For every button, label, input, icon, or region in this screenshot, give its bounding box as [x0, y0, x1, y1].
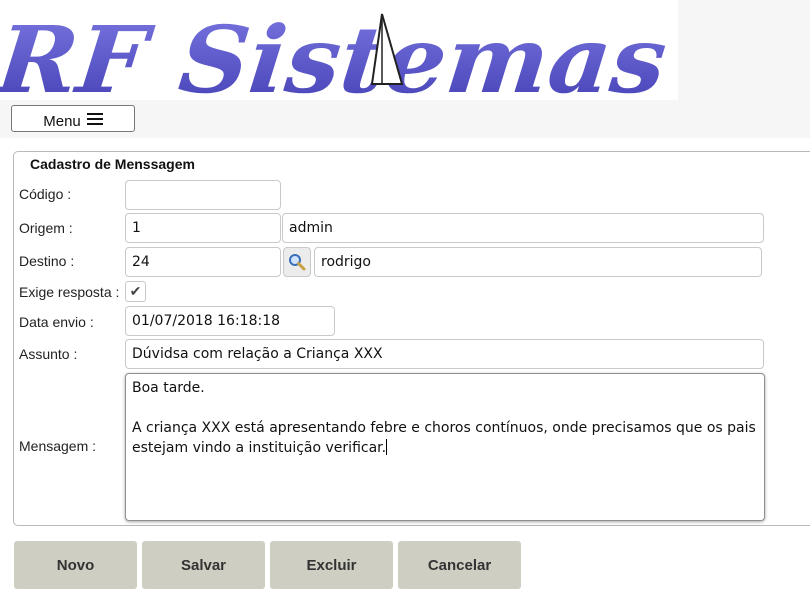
- data-envio-input[interactable]: 01/07/2018 16:18:18: [125, 306, 335, 336]
- hamburger-icon: [86, 113, 103, 125]
- page-header: RF Sistemas Menu: [0, 0, 810, 138]
- magnifier-icon: [289, 254, 306, 271]
- mensagem-text: Boa tarde. A criança XXX está apresentan…: [132, 380, 756, 456]
- excluir-button[interactable]: Excluir: [270, 541, 393, 589]
- rf-sistemas-logo: RF Sistemas: [0, 0, 678, 100]
- form-title: Cadastro de Menssagem: [30, 156, 195, 172]
- mensagem-label: Mensagem :: [19, 438, 97, 454]
- exige-resposta-checkbox[interactable]: ✔: [125, 281, 146, 302]
- assunto-input[interactable]: Dúvidsa com relação a Criança XXX: [125, 339, 764, 369]
- codigo-label: Código :: [19, 186, 72, 202]
- logo-image: RF Sistemas: [0, 5, 671, 100]
- menu-label: Menu: [43, 113, 81, 130]
- data-envio-label: Data envio :: [19, 314, 94, 330]
- logo-text: RF Sistemas: [0, 5, 671, 100]
- menu-button[interactable]: Menu: [11, 105, 135, 132]
- destino-name-input[interactable]: rodrigo: [314, 247, 762, 277]
- text-caret: [386, 439, 388, 455]
- destino-id-input[interactable]: 24: [125, 247, 281, 277]
- mensagem-textarea[interactable]: Boa tarde. A criança XXX está apresentan…: [125, 373, 765, 521]
- cancelar-button[interactable]: Cancelar: [398, 541, 521, 589]
- origem-label: Origem :: [19, 220, 73, 236]
- codigo-input[interactable]: [125, 180, 281, 210]
- destino-label: Destino :: [19, 253, 75, 269]
- novo-button[interactable]: Novo: [14, 541, 137, 589]
- destino-search-button[interactable]: [283, 247, 311, 277]
- checkmark-icon: ✔: [129, 283, 142, 299]
- origem-name-input[interactable]: admin: [282, 213, 764, 243]
- exige-resposta-label: Exige resposta :: [19, 284, 120, 300]
- origem-id-input[interactable]: 1: [125, 213, 281, 243]
- assunto-label: Assunto :: [19, 346, 78, 362]
- salvar-button[interactable]: Salvar: [142, 541, 265, 589]
